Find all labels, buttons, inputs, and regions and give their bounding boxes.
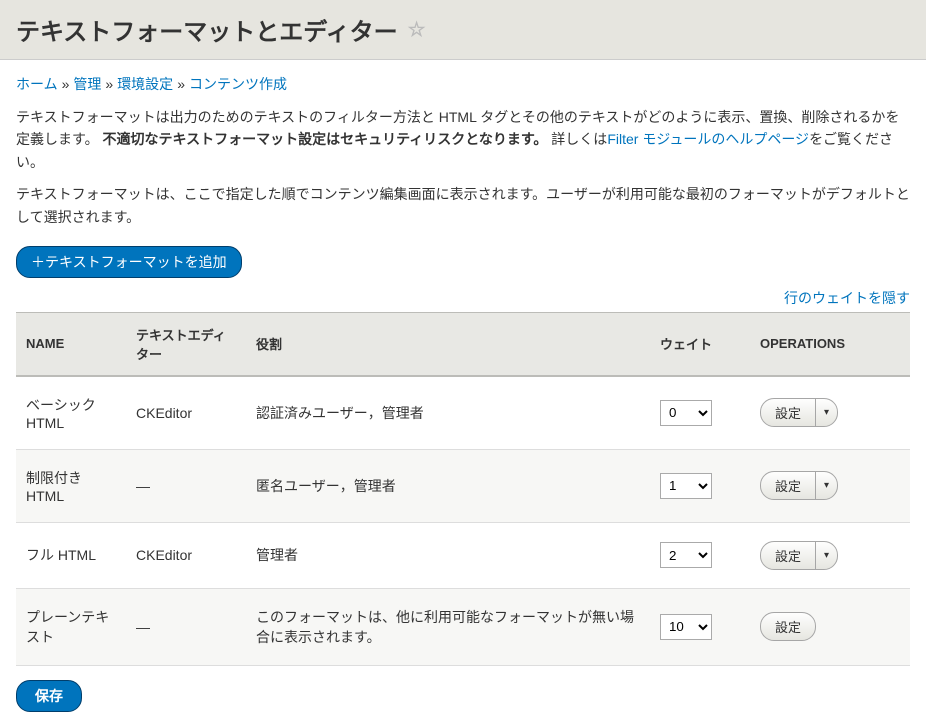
page-header: テキストフォーマットとエディター ☆ — [0, 0, 926, 60]
breadcrumb-sep: » — [62, 76, 70, 92]
cell-roles: 匿名ユーザー，管理者 — [246, 449, 650, 522]
col-header-editor: テキストエディター — [126, 312, 246, 376]
cell-operations: 設定▾ — [750, 449, 910, 522]
add-text-format-button[interactable]: ＋テキストフォーマットを追加 — [16, 246, 242, 278]
cell-editor: CKEditor — [126, 376, 246, 450]
cell-weight: 10 — [650, 588, 750, 665]
breadcrumb-link[interactable]: 環境設定 — [117, 76, 173, 92]
dropbutton: 設定 — [760, 612, 816, 641]
cell-roles: このフォーマットは、他に利用可能なフォーマットが無い場合に表示されます。 — [246, 588, 650, 665]
description-2: テキストフォーマットは、ここで指定した順でコンテンツ編集画面に表示されます。ユー… — [16, 183, 910, 228]
breadcrumb-link[interactable]: コンテンツ作成 — [189, 76, 287, 92]
configure-button[interactable]: 設定 — [761, 613, 815, 640]
cell-operations: 設定▾ — [750, 522, 910, 588]
weight-select[interactable]: 0 — [660, 400, 712, 426]
dropbutton: 設定▾ — [760, 471, 838, 500]
page-title-text: テキストフォーマットとエディター — [16, 12, 398, 47]
col-header-weight: ウェイト — [650, 312, 750, 376]
cell-weight: 2 — [650, 522, 750, 588]
formats-tbody: ベーシック HTMLCKEditor認証済みユーザー，管理者0設定▾制限付き H… — [16, 376, 910, 666]
breadcrumb-link[interactable]: 管理 — [73, 76, 101, 92]
cell-operations: 設定▾ — [750, 376, 910, 450]
dropdown-arrow-icon[interactable]: ▾ — [815, 542, 837, 569]
formats-table: NAME テキストエディター 役割 ウェイト OPERATIONS ベーシック … — [16, 312, 910, 666]
breadcrumb: ホーム»管理»環境設定»コンテンツ作成 — [16, 70, 910, 106]
dropbutton: 設定▾ — [760, 541, 838, 570]
col-header-roles: 役割 — [246, 312, 650, 376]
cell-name: ベーシック HTML — [16, 376, 126, 450]
cell-editor: — — [126, 588, 246, 665]
table-row: 制限付き HTML—匿名ユーザー，管理者 1 設定▾ — [16, 449, 910, 522]
cell-operations: 設定 — [750, 588, 910, 665]
filter-help-link[interactable]: Filter モジュールのヘルプページ — [607, 131, 809, 147]
configure-button[interactable]: 設定 — [761, 472, 815, 499]
save-button[interactable]: 保存 — [16, 680, 82, 712]
dropdown-arrow-icon[interactable]: ▾ — [815, 399, 837, 426]
configure-button[interactable]: 設定 — [761, 399, 815, 426]
dropbutton: 設定▾ — [760, 398, 838, 427]
cell-editor: CKEditor — [126, 522, 246, 588]
desc-warning: 不適切なテキストフォーマット設定はセキュリティリスクとなります。 — [103, 131, 548, 147]
breadcrumb-sep: » — [177, 76, 185, 92]
dropdown-arrow-icon[interactable]: ▾ — [815, 472, 837, 499]
star-icon[interactable]: ☆ — [408, 17, 426, 42]
configure-button[interactable]: 設定 — [761, 542, 815, 569]
table-row: フル HTMLCKEditor管理者 2 設定▾ — [16, 522, 910, 588]
weight-select[interactable]: 1 — [660, 473, 712, 499]
cell-weight: 0 — [650, 376, 750, 450]
table-row: プレーンテキスト—このフォーマットは、他に利用可能なフォーマットが無い場合に表示… — [16, 588, 910, 665]
desc-text: 詳しくは — [547, 131, 607, 147]
weight-select[interactable]: 10 — [660, 614, 712, 640]
cell-name: 制限付き HTML — [16, 449, 126, 522]
table-row: ベーシック HTMLCKEditor認証済みユーザー，管理者 0 設定▾ — [16, 376, 910, 450]
cell-roles: 管理者 — [246, 522, 650, 588]
description-1: テキストフォーマットは出力のためのテキストのフィルター方法と HTML タグとそ… — [16, 106, 910, 173]
col-header-name: NAME — [16, 312, 126, 376]
weight-select[interactable]: 2 — [660, 542, 712, 568]
breadcrumb-link[interactable]: ホーム — [16, 76, 58, 92]
cell-name: プレーンテキスト — [16, 588, 126, 665]
cell-name: フル HTML — [16, 522, 126, 588]
cell-editor: — — [126, 449, 246, 522]
breadcrumb-sep: » — [105, 76, 113, 92]
col-header-operations: OPERATIONS — [750, 312, 910, 376]
page-title: テキストフォーマットとエディター ☆ — [16, 12, 426, 47]
cell-weight: 1 — [650, 449, 750, 522]
hide-row-weights-link[interactable]: 行のウェイトを隠す — [784, 290, 910, 306]
cell-roles: 認証済みユーザー，管理者 — [246, 376, 650, 450]
